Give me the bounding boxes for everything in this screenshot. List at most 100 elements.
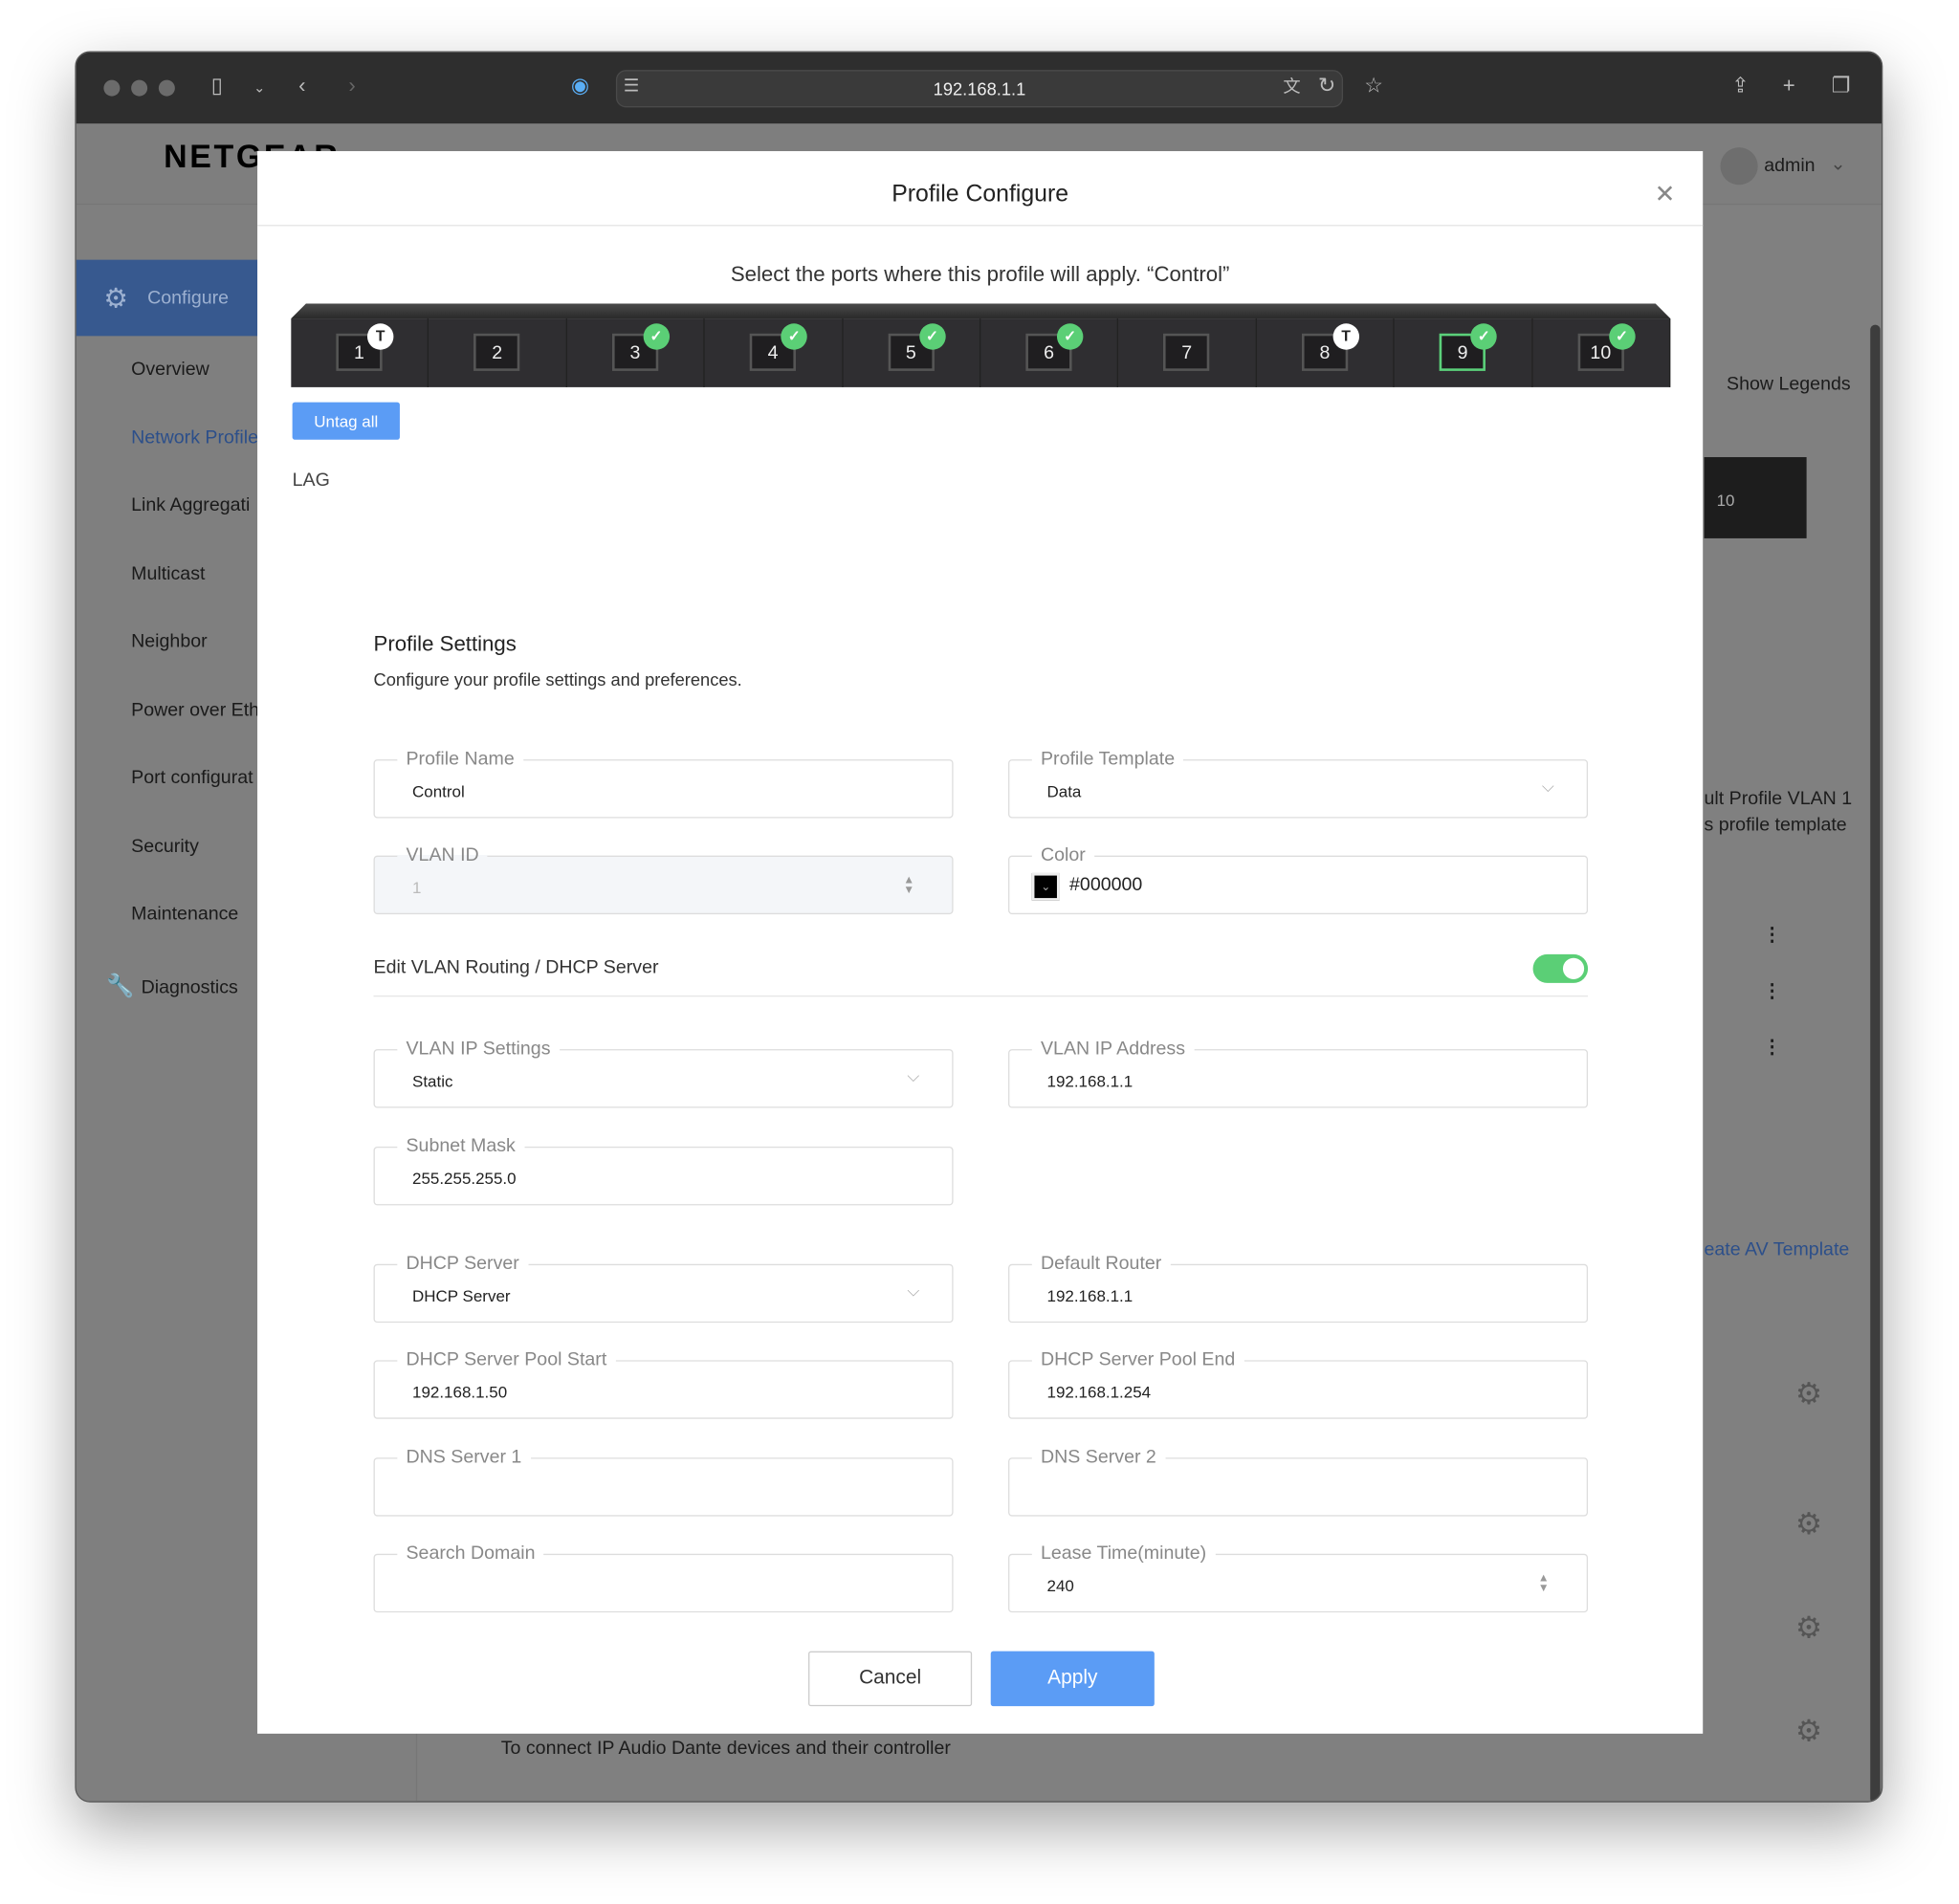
color-field[interactable]: Color ⌄ #000000 — [1008, 843, 1589, 915]
password-manager-icon[interactable]: ◉ — [571, 74, 589, 98]
port-2[interactable]: 2 — [429, 318, 567, 387]
port-3[interactable]: 3 ✓ — [567, 318, 705, 387]
back-icon[interactable]: ‹ — [298, 74, 305, 98]
field-value: 1 — [412, 878, 422, 897]
gear-icon[interactable]: ⚙ — [1795, 1610, 1822, 1647]
port-8[interactable]: 8T — [1257, 318, 1395, 387]
checkmark-icon: ✓ — [1470, 323, 1498, 350]
routing-dhcp-toggle[interactable] — [1532, 953, 1589, 983]
sidebar-item-security[interactable]: Security — [131, 836, 199, 857]
gear-icon[interactable]: ⚙ — [1795, 1506, 1822, 1543]
wrench-icon: 🔧 — [106, 973, 135, 998]
field-value: 192.168.1.1 — [1046, 1286, 1134, 1305]
port-6[interactable]: 6 ✓ — [980, 318, 1119, 387]
field-label: VLAN IP Address — [1031, 1038, 1195, 1060]
more-icon[interactable]: ⋮ — [1763, 923, 1782, 946]
untag-all-button[interactable]: Untag all — [292, 402, 400, 440]
dns-server-1-field[interactable]: DNS Server 1 — [373, 1446, 954, 1517]
field-value: Static — [412, 1071, 453, 1091]
port-5[interactable]: 5 ✓ — [843, 318, 981, 387]
sidebar-item-network-profile[interactable]: Network Profile — [131, 427, 258, 449]
sidebar-item-overview[interactable]: Overview — [131, 359, 209, 380]
apply-button[interactable]: Apply — [990, 1651, 1155, 1707]
field-value: #000000 — [1069, 874, 1143, 896]
chevron-down-icon[interactable]: ⌄ — [1830, 152, 1845, 175]
show-legends-label[interactable]: Show Legends — [1727, 374, 1851, 395]
profile-settings-title: Profile Settings — [373, 631, 517, 656]
field-value: Data — [1046, 781, 1082, 801]
more-icon[interactable]: ⋮ — [1763, 1036, 1782, 1058]
chevron-down-icon[interactable]: ⌄ — [253, 80, 265, 97]
port-9[interactable]: 9 ✓ — [1395, 318, 1533, 387]
gear-icon[interactable]: ⚙ — [1795, 1714, 1822, 1750]
vlan-ip-address-field[interactable]: VLAN IP Address 192.168.1.1 — [1008, 1038, 1589, 1108]
chevron-down-icon: ⌵ — [1541, 777, 1554, 796]
field-label: Subnet Mask — [397, 1135, 524, 1157]
chevron-down-icon: ⌵ — [907, 1281, 920, 1301]
port-number: 2 — [473, 333, 520, 371]
translate-icon[interactable]: 文 — [1283, 74, 1300, 98]
close-window-button[interactable] — [103, 79, 121, 97]
checkmark-icon: ✓ — [643, 323, 670, 350]
minimize-window-button[interactable] — [131, 79, 148, 97]
share-icon[interactable]: ⇪ — [1731, 74, 1750, 98]
profile-template-select[interactable]: Profile Template Data ⌵ — [1008, 748, 1589, 819]
reader-icon[interactable]: ☰ — [624, 75, 639, 96]
dhcp-pool-end-field[interactable]: DHCP Server Pool End 192.168.1.254 — [1008, 1348, 1589, 1419]
lease-time-field[interactable]: Lease Time(minute) 240 ▲ ▼ — [1008, 1543, 1589, 1613]
field-value: 192.168.1.50 — [412, 1382, 508, 1402]
reload-icon[interactable]: ↻ — [1318, 74, 1336, 98]
sidebar-item-port-configuration[interactable]: Port configurat — [131, 767, 253, 788]
field-value: Control — [412, 781, 465, 801]
new-tab-icon[interactable]: + — [1783, 74, 1795, 98]
port-10-label: 10 — [1716, 491, 1735, 510]
port-7[interactable]: 7 — [1119, 318, 1257, 387]
field-label: VLAN IP Settings — [397, 1038, 560, 1060]
browser-toolbar: ▯ ⌄ ‹ › ◉ 192.168.1.1 ☰ 文 ↻ ☆ ⇪ + ❐ — [76, 52, 1882, 124]
gear-icon[interactable]: ⚙ — [1795, 1376, 1822, 1412]
stepper-icon[interactable]: ▲ ▼ — [1538, 1572, 1550, 1593]
forward-icon[interactable]: › — [348, 74, 355, 98]
sidebar-toggle-icon[interactable]: ▯ — [211, 74, 223, 98]
tooltip-text: ult Profile VLAN 1 — [1704, 788, 1853, 810]
subnet-mask-field[interactable]: Subnet Mask 255.255.255.0 — [373, 1135, 954, 1206]
bookmark-star-icon[interactable]: ☆ — [1364, 74, 1383, 98]
stepper-icon: ▲ ▼ — [903, 872, 915, 896]
sidebar-item-neighbor[interactable]: Neighbor — [131, 631, 208, 652]
sidebar-item-link-aggregation[interactable]: Link Aggregati — [131, 494, 250, 515]
address-bar[interactable]: 192.168.1.1 — [615, 70, 1344, 108]
search-domain-field[interactable]: Search Domain — [373, 1543, 954, 1613]
field-label: Search Domain — [397, 1543, 544, 1565]
field-label: Default Router — [1031, 1253, 1171, 1275]
port-number: 7 — [1163, 333, 1210, 371]
field-label: Profile Name — [397, 748, 523, 770]
dhcp-server-select[interactable]: DHCP Server DHCP Server ⌵ — [373, 1253, 954, 1324]
cancel-button[interactable]: Cancel — [808, 1651, 973, 1707]
color-swatch[interactable]: ⌄ — [1031, 872, 1060, 901]
dns-server-2-field[interactable]: DNS Server 2 — [1008, 1446, 1589, 1517]
user-menu[interactable]: admin — [1764, 155, 1815, 176]
sidebar-item-diagnostics[interactable]: Diagnostics — [142, 976, 238, 997]
sidebar-item-poe[interactable]: Power over Eth — [131, 699, 259, 720]
vlan-id-field: VLAN ID 1 ▲ ▼ — [373, 843, 954, 915]
zoom-window-button[interactable] — [158, 79, 175, 97]
avatar[interactable] — [1720, 147, 1758, 186]
sidebar-item-multicast[interactable]: Multicast — [131, 563, 205, 584]
default-router-field[interactable]: Default Router 192.168.1.1 — [1008, 1253, 1589, 1324]
chevron-down-icon: ⌵ — [907, 1066, 920, 1086]
profile-name-field[interactable]: Profile Name Control — [373, 748, 954, 819]
field-value: 240 — [1046, 1576, 1074, 1595]
create-av-template-link[interactable]: eate AV Template — [1705, 1239, 1850, 1260]
dhcp-pool-start-field[interactable]: DHCP Server Pool Start 192.168.1.50 — [373, 1348, 954, 1419]
more-icon[interactable]: ⋮ — [1763, 979, 1782, 1001]
tabs-overview-icon[interactable]: ❐ — [1832, 74, 1851, 98]
close-icon[interactable]: ✕ — [1655, 179, 1676, 210]
port-1[interactable]: 1T — [291, 318, 429, 387]
sidebar-item-maintenance[interactable]: Maintenance — [131, 903, 238, 924]
port-10[interactable]: 10 ✓ — [1532, 318, 1671, 387]
profile-configure-modal: Profile Configure ✕ Select the ports whe… — [257, 151, 1704, 1734]
vlan-ip-settings-select[interactable]: VLAN IP Settings Static ⌵ — [373, 1038, 954, 1108]
scrollbar[interactable] — [1870, 324, 1881, 1802]
field-label: DHCP Server — [397, 1253, 528, 1275]
port-4[interactable]: 4 ✓ — [705, 318, 844, 387]
